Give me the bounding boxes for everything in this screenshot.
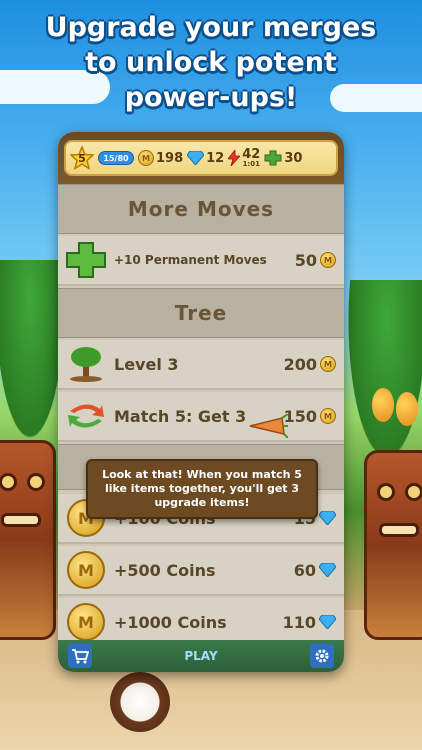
gem-icon	[319, 563, 336, 577]
tree-icon	[64, 344, 108, 384]
item-label: +1000 Coins	[114, 612, 227, 632]
play-button[interactable]: PLAY	[184, 649, 217, 663]
item-label: +10 Permanent Moves	[114, 253, 267, 267]
coins-value: 198	[156, 150, 184, 166]
promo-headline: Upgrade your merges to unlock potent pow…	[0, 10, 422, 115]
coin-icon: M	[320, 252, 336, 268]
section-tree: Tree	[58, 288, 344, 338]
gem-icon	[319, 615, 336, 629]
shop-item-coins-500[interactable]: M +500 Coins 60	[58, 546, 344, 596]
item-label: +500 Coins	[114, 560, 216, 580]
item-label: Level 3	[114, 354, 179, 374]
price-value: 50	[294, 250, 317, 270]
moves-icon	[264, 150, 282, 166]
gems-value: 12	[206, 150, 225, 166]
item-price: 60	[294, 561, 336, 580]
carrot-pointer-icon	[249, 414, 288, 438]
bottom-bar: PLAY	[58, 640, 344, 672]
lightning-icon	[228, 150, 241, 166]
price-value: 110	[282, 612, 316, 632]
moves-value: 30	[284, 150, 303, 166]
shop-item-tree-level[interactable]: Level 3 200 M	[58, 340, 344, 390]
shop-item-permanent-moves[interactable]: +10 Permanent Moves 50 M	[58, 236, 344, 286]
headline-line-3: power-ups!	[124, 82, 298, 113]
section-more-moves: More Moves	[58, 184, 344, 234]
tiki-statue-left	[0, 440, 56, 640]
coin-icon: M	[64, 550, 108, 590]
gem-icon	[187, 151, 205, 165]
headline-line-2: to unlock potent	[85, 47, 337, 78]
item-price: 150 M	[284, 407, 336, 426]
moves-stat[interactable]: 30	[264, 150, 302, 166]
swap-arrows-icon	[64, 396, 108, 436]
coins-stat[interactable]: M 198	[138, 150, 183, 166]
game-screen: 5 15/80 M 198 12 42 1:01 30 More Moves +…	[58, 132, 344, 672]
coin-icon: M	[320, 356, 336, 372]
price-value: 200	[283, 354, 317, 374]
tutorial-tooltip[interactable]: Look at that! When you match 5 like item…	[86, 459, 318, 519]
coconut	[110, 672, 170, 732]
level-value: 5	[78, 151, 86, 165]
gem-icon	[319, 511, 336, 525]
gems-stat[interactable]: 12	[187, 151, 224, 166]
status-bar: 5 15/80 M 198 12 42 1:01 30	[58, 132, 344, 184]
coin-icon: M	[64, 602, 108, 642]
mango-fruit	[396, 392, 418, 426]
shop-item-match5[interactable]: Match 5: Get 3 150 M	[58, 392, 344, 442]
moves-icon	[64, 240, 108, 280]
coin-icon: M	[138, 150, 154, 166]
status-bar-inner: 5 15/80 M 198 12 42 1:01 30	[64, 140, 338, 176]
cart-icon[interactable]	[68, 644, 92, 668]
star-icon[interactable]: 5	[70, 146, 94, 170]
headline-line-1: Upgrade your merges	[45, 12, 377, 43]
item-price: 110	[283, 613, 336, 632]
gear-icon[interactable]	[310, 644, 334, 668]
coin-icon: M	[320, 408, 336, 424]
price-value: 60	[293, 560, 316, 580]
item-price: 200 M	[284, 355, 336, 374]
item-price: 50 M	[295, 251, 336, 270]
energy-value: 42	[242, 146, 261, 162]
tooltip-text: Look at that! When you match 5 like item…	[102, 468, 302, 509]
mango-fruit	[372, 388, 394, 422]
tiki-statue-right	[364, 450, 422, 640]
energy-timer: 1:01	[242, 159, 260, 168]
energy-stat[interactable]: 42 1:01	[228, 146, 261, 168]
price-value: 150	[283, 406, 317, 426]
xp-progress-bar: 15/80	[98, 151, 134, 165]
